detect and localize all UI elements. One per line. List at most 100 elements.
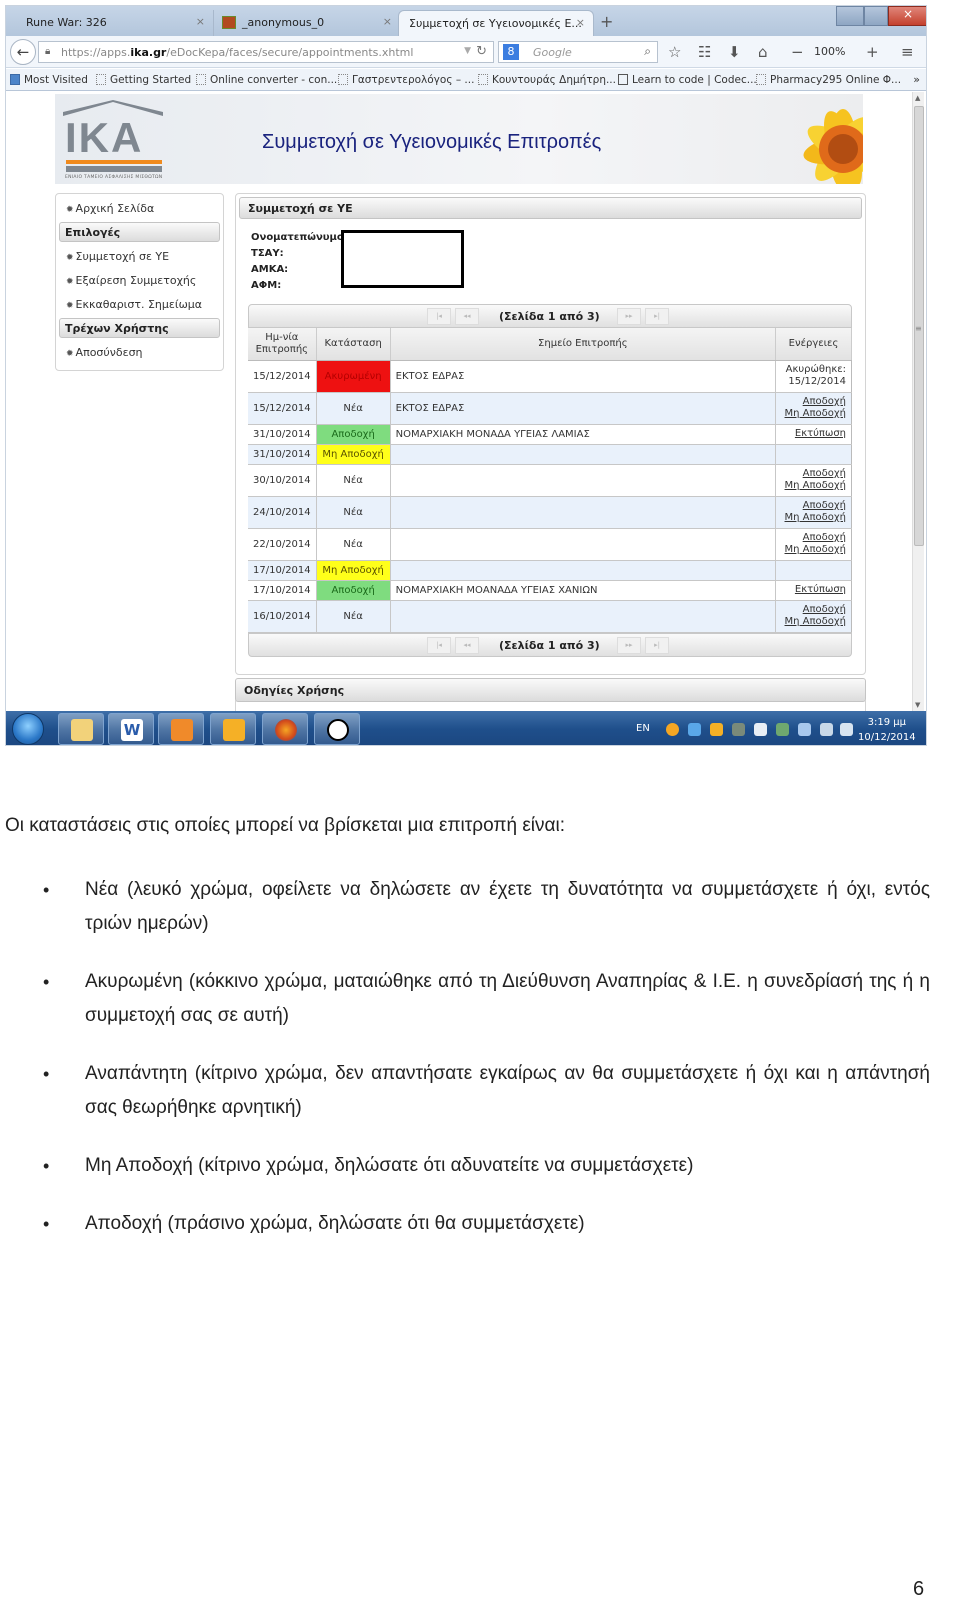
tray-usb-icon[interactable]	[732, 723, 745, 736]
redaction-box	[341, 230, 464, 288]
label-fullname: Ονοματεπώνυμο:	[251, 232, 348, 243]
tray-update-icon[interactable]	[666, 723, 679, 736]
minimize-button[interactable]	[836, 6, 864, 26]
site-banner: IKA ΕΝΙΑΙΟ ΤΑΜΕΙΟ ΑΣΦΑΛΙΣΗΣ ΜΙΣΘΩΤΩΝ Συμ…	[55, 94, 863, 184]
cell-date: 16/10/2014	[248, 600, 317, 633]
cell-actions	[775, 444, 852, 465]
reading-list-icon[interactable]: ☷	[698, 43, 711, 61]
reject-link[interactable]: Μη Αποδοχή	[781, 512, 846, 524]
bookmark-online-converter[interactable]: Online converter - con...	[196, 74, 337, 86]
zoom-level[interactable]: 100%	[814, 45, 845, 58]
bookmark-gastroenterologist[interactable]: Γαστρεντερολόγος – ...	[338, 74, 474, 86]
tray-dropbox-icon[interactable]	[688, 723, 701, 736]
tray-volume-icon[interactable]	[840, 723, 853, 736]
accept-link[interactable]: Αποδοχή	[781, 500, 846, 512]
window-close-button[interactable]: ×	[888, 6, 926, 26]
history-dropdown-icon[interactable]: ▼	[464, 46, 471, 56]
taskbar-clock[interactable]: 3:19 μμ 10/12/2014	[858, 715, 916, 745]
scroll-up-icon[interactable]: ▲	[915, 94, 920, 102]
accept-link[interactable]: Αποδοχή	[781, 532, 846, 544]
taskbar-media-player[interactable]	[158, 713, 204, 745]
bookmark-codecademy[interactable]: Learn to code | Codec...	[618, 74, 757, 86]
google-engine-icon[interactable]: 8	[503, 44, 519, 60]
close-icon[interactable]: ×	[196, 15, 205, 28]
tray-flag-icon[interactable]	[754, 723, 767, 736]
zoom-out-button[interactable]: −	[791, 43, 804, 61]
column-header-date[interactable]: Ημ-νία Επιτροπής	[248, 328, 317, 361]
tab-anonymous[interactable]: _anonymous_0 ×	[214, 10, 400, 36]
user-guide-panel-header[interactable]: Οδηγίες Χρήσης	[235, 678, 866, 702]
bookmark-kountouras[interactable]: Κουντουράς Δημήτρη...	[478, 74, 616, 86]
bookmarks-overflow-button[interactable]: »	[913, 73, 920, 86]
back-button[interactable]: ←	[10, 39, 36, 65]
column-header-location[interactable]: Σημείο Επιτροπής	[390, 328, 777, 361]
logo-subtitle: ΕΝΙΑΙΟ ΤΑΜΕΙΟ ΑΣΦΑΛΙΣΗΣ ΜΙΣΘΩΤΩΝ	[65, 175, 163, 180]
bullet-icon: •	[43, 1214, 50, 1234]
tray-power-icon[interactable]	[820, 723, 833, 736]
firefox-icon	[275, 719, 297, 741]
table-row: 15/12/2014 Ακυρωμένη ΕΚΤΟΣ ΕΔΡΑΣ Ακυρώθηκε:…	[248, 360, 852, 393]
tab-active-appointments[interactable]: Συμμετοχή σε Υγειονομικές Ε... ×	[398, 10, 594, 36]
download-icon[interactable]: ⬇	[728, 43, 741, 61]
reject-link[interactable]: Μη Αποδοχή	[781, 544, 846, 556]
prev-page-button[interactable]: ◂◂	[455, 636, 479, 654]
sidebar-item-exemption[interactable]: ✹ Εξαίρεση Συμμετοχής	[66, 274, 196, 287]
last-page-button[interactable]: ▸|	[645, 308, 669, 325]
sidebar-item-participation[interactable]: ✹ Συμμετοχή σε ΥΕ	[66, 250, 169, 263]
accept-link[interactable]: Αποδοχή	[781, 396, 846, 408]
taskbar-explorer[interactable]	[58, 713, 104, 745]
taskbar-chat[interactable]	[314, 713, 360, 745]
menu-icon[interactable]: ≡	[901, 43, 914, 61]
prev-page-button[interactable]: ◂◂	[455, 308, 479, 325]
bookmark-getting-started[interactable]: Getting Started	[96, 74, 191, 86]
page-icon	[338, 74, 348, 85]
zoom-in-button[interactable]: +	[866, 43, 879, 61]
sidebar-item-home[interactable]: ✹ Αρχική Σελίδα	[66, 202, 154, 215]
reject-link[interactable]: Μη Αποδοχή	[781, 616, 846, 628]
accept-link[interactable]: Αποδοχή	[781, 468, 846, 480]
language-indicator[interactable]: EN	[636, 723, 650, 734]
scroll-down-icon[interactable]: ▼	[915, 701, 920, 709]
cell-actions: Αποδοχή Μη Αποδοχή	[775, 464, 852, 497]
first-page-button[interactable]: |◂	[427, 308, 451, 325]
reject-link[interactable]: Μη Αποδοχή	[781, 408, 846, 420]
sidebar-item-statement[interactable]: ✹ Εκκαθαριστ. Σημείωμα	[66, 298, 202, 311]
home-icon[interactable]: ⌂	[758, 43, 768, 61]
bookmarks-bar: Most Visited Getting Started Online conv…	[6, 69, 926, 91]
sidebar-item-logout[interactable]: ✹ Αποσύνδεση	[66, 346, 143, 359]
close-icon[interactable]: ×	[576, 16, 585, 29]
tray-wifi-icon[interactable]	[798, 723, 811, 736]
next-page-button[interactable]: ▸▸	[617, 308, 641, 325]
taskbar-word[interactable]: W	[108, 713, 154, 745]
taskbar-firefox[interactable]	[262, 713, 308, 745]
start-button[interactable]	[12, 713, 44, 745]
last-page-button[interactable]: ▸|	[645, 636, 669, 654]
cell-date: 31/10/2014	[248, 424, 317, 445]
reload-icon[interactable]: ↻	[476, 44, 487, 59]
reject-link[interactable]: Μη Αποδοχή	[781, 480, 846, 492]
close-icon[interactable]: ×	[383, 15, 392, 28]
tab-rune-war[interactable]: Rune War: 326 ×	[6, 10, 214, 36]
print-link[interactable]: Εκτύπωση	[781, 584, 846, 596]
page-scrollbar[interactable]: ▲ ≡ ▼	[912, 92, 924, 711]
cell-date: 22/10/2014	[248, 528, 317, 561]
new-tab-button[interactable]: +	[600, 12, 613, 31]
taskbar-outlook[interactable]	[210, 713, 256, 745]
next-page-button[interactable]: ▸▸	[617, 636, 641, 654]
accept-link[interactable]: Αποδοχή	[781, 604, 846, 616]
first-page-button[interactable]: |◂	[427, 636, 451, 654]
column-header-status[interactable]: Κατάσταση	[316, 328, 391, 361]
page-icon	[96, 74, 106, 85]
cell-date: 17/10/2014	[248, 560, 317, 581]
search-bar[interactable]: 8 Google ⌕	[498, 41, 658, 63]
bookmark-pharmacy295[interactable]: Pharmacy295 Online Φ...	[756, 74, 901, 86]
print-link[interactable]: Εκτύπωση	[781, 428, 846, 440]
bookmark-most-visited[interactable]: Most Visited	[10, 74, 88, 86]
url-bar[interactable]: 🔒︎ https://apps.ika.gr/eDocKepa/faces/se…	[38, 41, 494, 63]
tray-network-app-icon[interactable]	[776, 723, 789, 736]
tray-outlook-icon[interactable]	[710, 723, 723, 736]
bookmark-star-icon[interactable]: ☆	[668, 43, 681, 61]
search-icon[interactable]: ⌕	[644, 44, 651, 59]
column-header-actions[interactable]: Ενέργειες	[775, 328, 852, 361]
maximize-button[interactable]	[864, 6, 888, 26]
